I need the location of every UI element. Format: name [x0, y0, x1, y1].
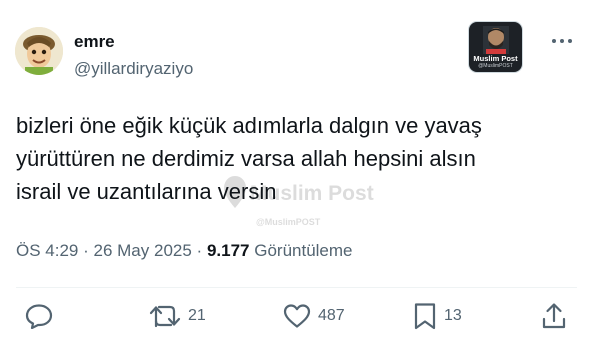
tweet-meta: ÖS 4:29 · 26 May 2025 · 9.177 Görüntülem… [16, 241, 353, 261]
bookmark-count: 13 [444, 307, 462, 324]
tweet-date[interactable]: 26 May 2025 [94, 241, 192, 260]
retweet-count: 21 [188, 307, 206, 324]
tweet-text-line: israil ve uzantılarına versin [16, 179, 277, 204]
like-icon [283, 304, 311, 328]
badge-subtitle: @MuslimPOST [478, 63, 513, 69]
more-options-icon[interactable] [548, 34, 576, 48]
meta-separator: · [83, 241, 89, 260]
like-button[interactable]: 487 [282, 303, 345, 329]
divider [16, 287, 577, 288]
user-handle[interactable]: @yillardiryaziyo [74, 59, 193, 79]
avatar[interactable] [15, 27, 63, 75]
watermark-subtitle: @MuslimPOST [256, 217, 321, 227]
views-label: Görüntüleme [254, 241, 353, 260]
bookmark-icon [414, 303, 436, 330]
like-count: 487 [318, 307, 345, 324]
share-icon [542, 303, 566, 329]
retweet-icon [149, 305, 181, 328]
tweet-text: bizleri öne eğik küçük adımlarla dalgın … [16, 109, 581, 208]
tweet-card: emre @yillardiryaziyo Muslim Post @Musli… [0, 0, 593, 358]
tweet-text-line: bizleri öne eğik küçük adımlarla dalgın … [16, 113, 482, 138]
reply-button[interactable] [24, 303, 54, 329]
meta-separator: · [196, 241, 203, 260]
bookmark-button[interactable]: 13 [412, 303, 462, 330]
display-name[interactable]: emre [74, 32, 115, 52]
share-button[interactable] [541, 303, 567, 329]
muslim-post-badge[interactable]: Muslim Post @MuslimPOST [469, 22, 522, 72]
retweet-button[interactable]: 21 [148, 303, 206, 329]
badge-title: Muslim Post [473, 54, 518, 63]
reply-icon [25, 304, 53, 329]
tweet-text-line: yürüttüren ne derdimiz varsa allah hepsi… [16, 146, 476, 171]
views-count: 9.177 [206, 241, 250, 260]
tweet-time[interactable]: ÖS 4:29 [16, 241, 78, 260]
badge-portrait-icon [483, 26, 509, 54]
